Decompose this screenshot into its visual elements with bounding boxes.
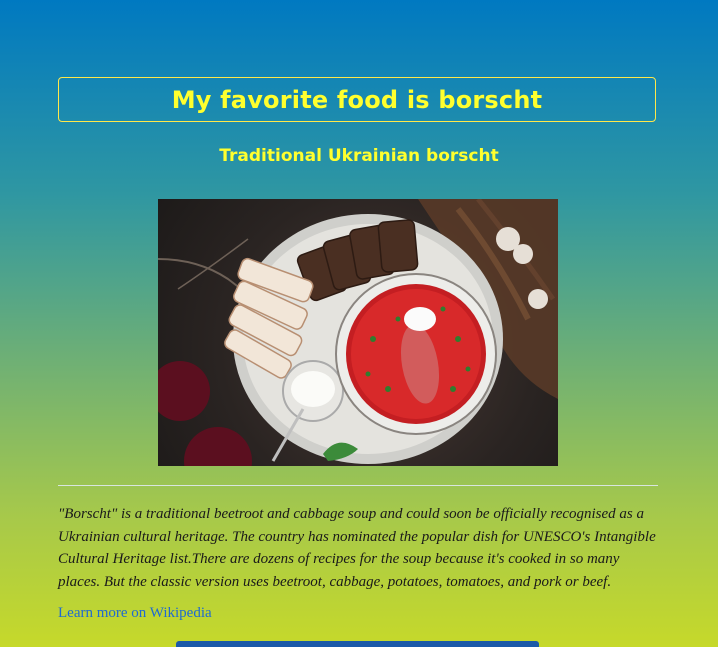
bottom-button[interactable]: [176, 641, 539, 647]
wikipedia-link[interactable]: Learn more on Wikipedia: [58, 605, 212, 622]
borscht-photo: [158, 199, 558, 466]
title-box: My favorite food is borscht: [58, 77, 656, 122]
page-title: My favorite food is borscht: [171, 85, 543, 114]
page-subtitle: Traditional Ukrainian borscht: [219, 146, 499, 166]
food-photo-icon: [158, 199, 558, 466]
divider: [58, 485, 658, 486]
borscht-description: "Borscht" is a traditional beetroot and …: [58, 506, 656, 591]
